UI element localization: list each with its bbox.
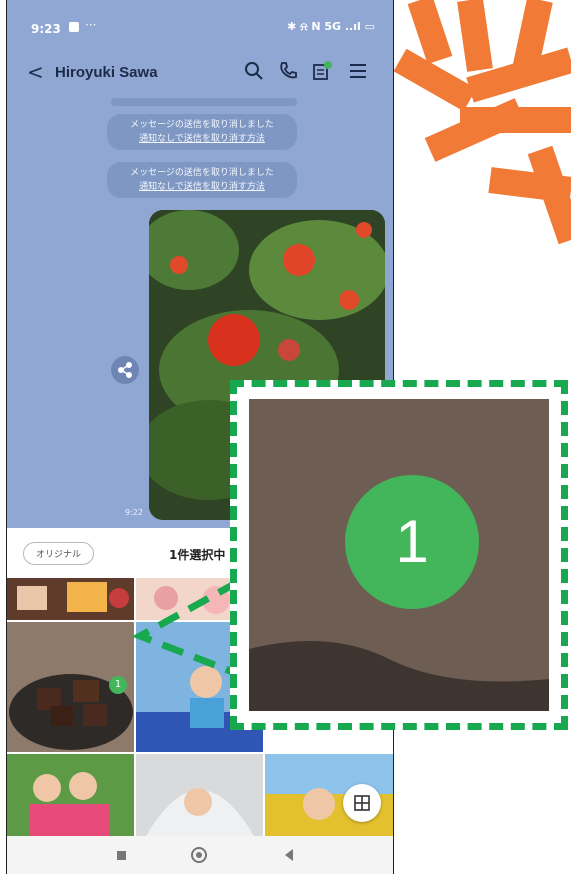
back-button[interactable]: < [27, 60, 44, 84]
system-message-link[interactable]: 通知なしで送信を取り消す方法 [107, 132, 297, 146]
grid-photo [7, 754, 134, 836]
selection-number-badge-zoomed: 1 [345, 475, 479, 609]
more-notifications-icon: ··· [85, 18, 97, 32]
system-navigation-bar [7, 836, 393, 874]
navigation-icons [117, 847, 293, 863]
back-nav-icon[interactable] [285, 849, 293, 861]
system-message-link[interactable]: 通知なしで送信を取り消す方法 [107, 180, 297, 194]
notification-icon [69, 22, 79, 32]
search-icon[interactable] [243, 60, 265, 82]
message-timestamp: 9:22 [125, 508, 143, 517]
original-quality-button[interactable]: オリジナル [23, 542, 95, 565]
status-time: 9:23 [31, 22, 61, 36]
grid-photo-tile[interactable] [7, 754, 134, 836]
zoomed-photo: 1 [249, 399, 549, 711]
menu-icon[interactable] [347, 60, 369, 82]
grid-view-button[interactable] [343, 784, 381, 822]
grid-photo-tile[interactable] [136, 754, 263, 836]
phone-call-icon[interactable] [277, 60, 299, 82]
selection-count: 1件選択中 [169, 548, 226, 562]
previous-message-edge [111, 98, 297, 106]
system-message: メッセージの送信を取り消しました 通知なしで送信を取り消す方法 [107, 162, 297, 198]
grid-photo [136, 754, 263, 836]
share-button[interactable] [111, 356, 139, 384]
status-bar: 9:23 ··· ✱ ⍾ N 5G ..ıl ▭ [7, 0, 393, 46]
share-icon [118, 362, 132, 378]
note-icon[interactable] [311, 60, 333, 82]
zoom-callout: 1 [230, 380, 568, 730]
grid-photo [7, 578, 134, 620]
grid-photo-tile-selected[interactable]: 1 [7, 622, 134, 752]
grid-view-icon [354, 795, 370, 811]
selection-number-badge: 1 [109, 676, 127, 694]
system-message-text: メッセージの送信を取り消しました [130, 168, 274, 178]
grid-photo-tile[interactable] [7, 578, 134, 620]
system-message-text: メッセージの送信を取り消しました [130, 120, 274, 130]
recents-icon[interactable] [117, 851, 126, 860]
system-status-icons: ✱ ⍾ N 5G ..ıl ▭ [287, 20, 375, 33]
chat-title: Hiroyuki Sawa [55, 64, 158, 81]
system-message: メッセージの送信を取り消しました 通知なしで送信を取り消す方法 [107, 114, 297, 150]
chat-header: < Hiroyuki Sawa [7, 46, 393, 98]
